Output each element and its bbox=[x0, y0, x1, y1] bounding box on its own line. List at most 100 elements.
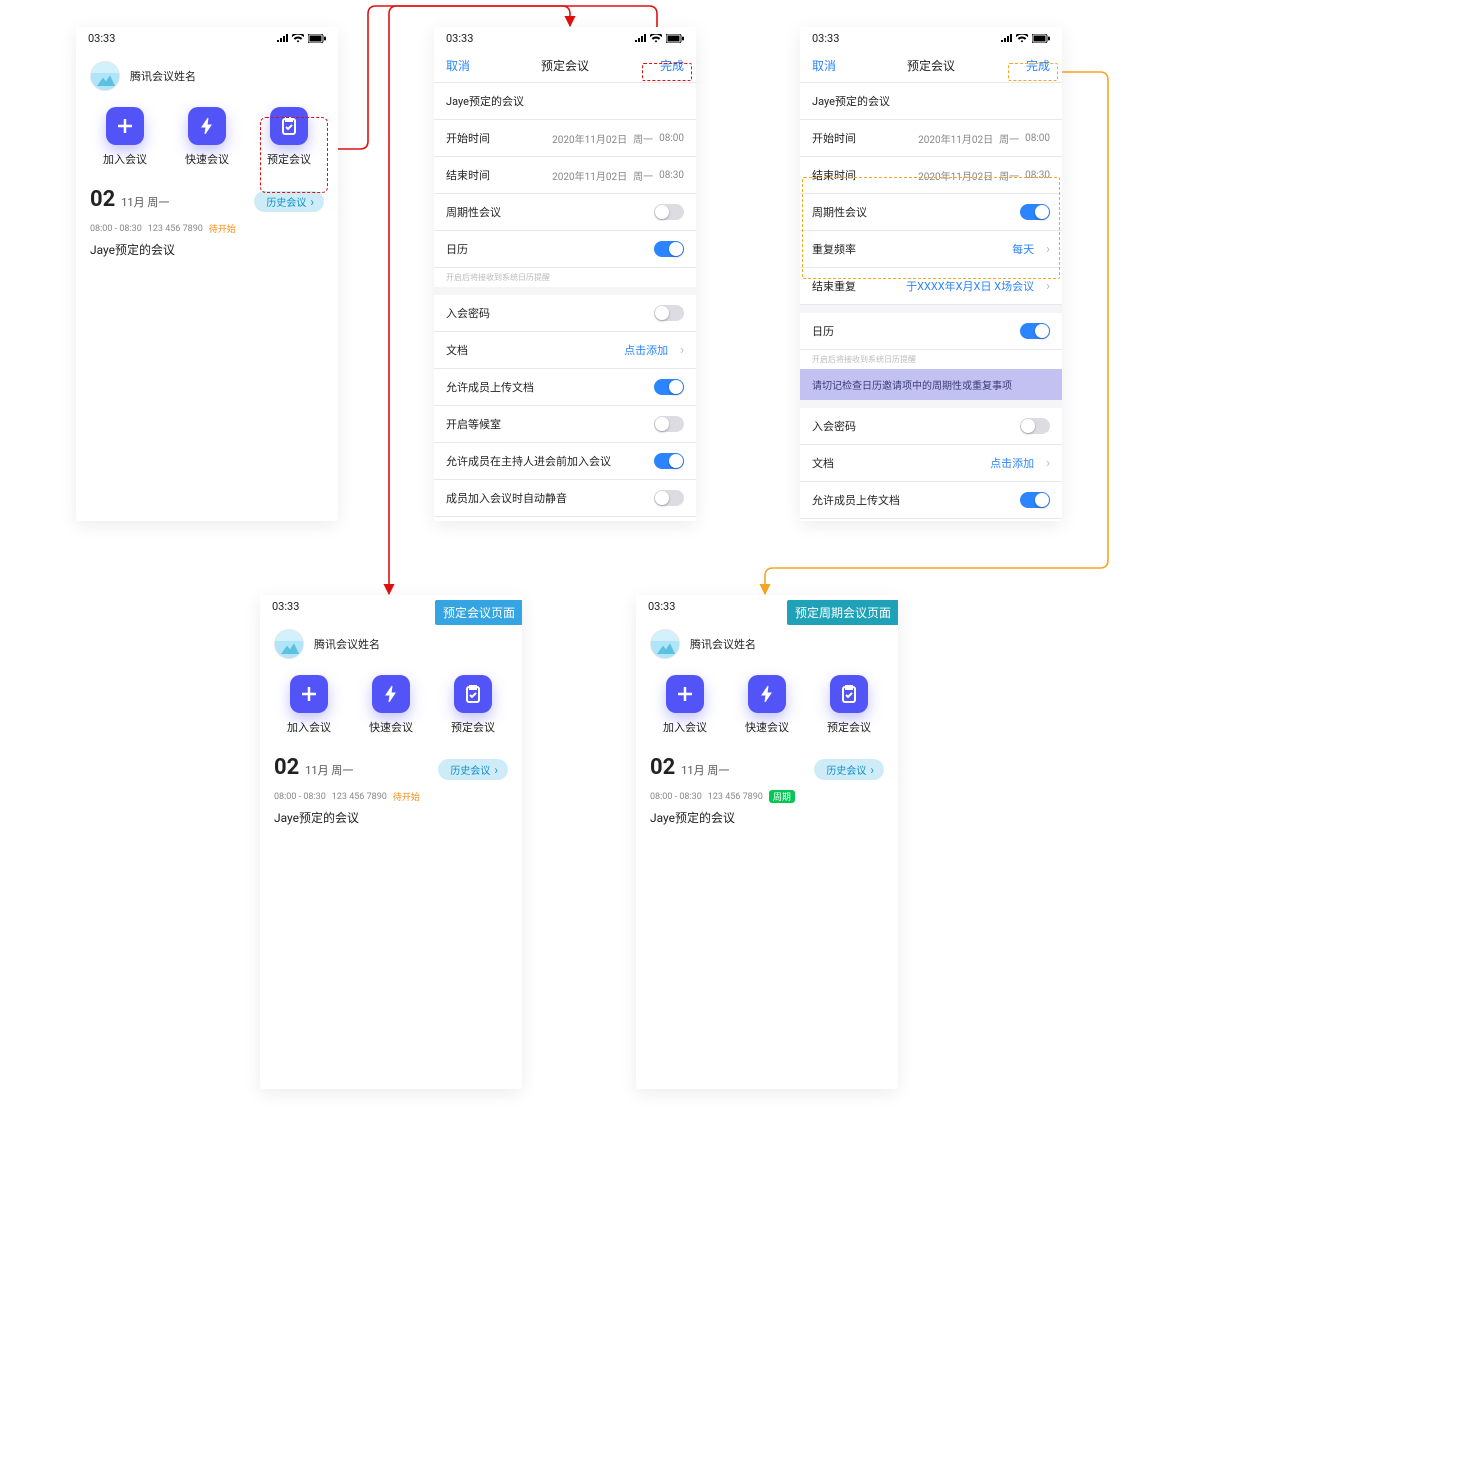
password-switch[interactable] bbox=[1020, 418, 1050, 434]
user-row: 腾讯会议姓名 bbox=[76, 49, 338, 97]
meeting-time: 08:00 - 08:30 bbox=[90, 224, 142, 234]
upload-cell[interactable]: 允许成员上传文档 bbox=[434, 369, 696, 406]
action-book[interactable]: 预定会议 bbox=[814, 675, 884, 735]
clipboard-check-icon bbox=[279, 116, 299, 136]
phone-schedule-single: 03:33 取消 预定会议 完成 Jaye预定的会议 开始时间 2020年11月… bbox=[434, 27, 696, 521]
password-switch[interactable] bbox=[654, 305, 684, 321]
avatar[interactable] bbox=[650, 629, 680, 659]
start-time-cell[interactable]: 开始时间 2020年11月02日周一08:00 bbox=[434, 120, 696, 157]
watermark-cell[interactable]: 开启屏幕共享水印 bbox=[434, 517, 696, 521]
screen-tag-single: 预定会议页面 bbox=[435, 600, 522, 625]
action-label: 加入会议 bbox=[103, 151, 147, 167]
document-cell[interactable]: 文档 点击添加 bbox=[434, 332, 696, 369]
phone-schedule-recurring: 03:33 取消 预定会议 完成 Jaye预定的会议 开始时间 2020年11月… bbox=[800, 27, 1062, 521]
repeat-freq-cell[interactable]: 重复频率 每天 bbox=[800, 231, 1062, 268]
calendar-switch[interactable] bbox=[654, 241, 684, 257]
wifi-icon bbox=[1016, 34, 1028, 43]
meeting-code: 123 456 7890 bbox=[148, 224, 203, 234]
lobby-cell[interactable]: 开启等候室 bbox=[434, 406, 696, 443]
password-cell[interactable]: 入会密码 bbox=[434, 295, 696, 332]
done-button[interactable]: 完成 bbox=[1026, 57, 1050, 74]
early-join-cell[interactable]: 允许成员在主持人进会前加入会议 bbox=[434, 443, 696, 480]
document-add-link[interactable]: 点击添加 bbox=[990, 455, 1050, 471]
end-time-cell[interactable]: 结束时间 2020年11月02日周一08:30 bbox=[434, 157, 696, 194]
meeting-row[interactable]: 08:00 - 08:30 123 456 7890 待开始 Jaye预定的会议 bbox=[260, 786, 522, 830]
meeting-status-badge: 待开始 bbox=[393, 790, 420, 803]
battery-icon bbox=[666, 34, 684, 43]
meeting-row[interactable]: 08:00 - 08:30 123 456 7890 周期 Jaye预定的会议 bbox=[636, 786, 898, 830]
action-join[interactable]: 加入会议 bbox=[90, 107, 160, 167]
recurring-switch[interactable] bbox=[654, 204, 684, 220]
auto-mute-cell[interactable]: 成员加入会议时自动静音 bbox=[434, 480, 696, 517]
action-book[interactable]: 预定会议 bbox=[438, 675, 508, 735]
lightning-icon bbox=[757, 684, 777, 704]
action-join[interactable]: 加入会议 bbox=[650, 675, 720, 735]
battery-icon bbox=[1032, 34, 1050, 43]
document-add-link[interactable]: 点击添加 bbox=[624, 342, 684, 358]
action-book[interactable]: 预定会议 bbox=[254, 107, 324, 167]
repeat-end-value[interactable]: 于XXXX年X月X日 X场会议 bbox=[906, 278, 1050, 294]
done-button[interactable]: 完成 bbox=[660, 57, 684, 74]
document-cell[interactable]: 文档 点击添加 bbox=[800, 445, 1062, 482]
history-chip[interactable]: 历史会议 bbox=[438, 759, 508, 780]
calendar-date: 02 11月 周一 bbox=[90, 187, 169, 212]
upload-switch[interactable] bbox=[1020, 492, 1050, 508]
meeting-name-cell[interactable]: Jaye预定的会议 bbox=[434, 83, 696, 120]
status-icons bbox=[277, 34, 326, 43]
calendar-hint: 开启后将接收到系统日历提醒 bbox=[800, 350, 1062, 369]
calendar-switch[interactable] bbox=[1020, 323, 1050, 339]
signal-icon bbox=[635, 34, 646, 43]
lightning-icon bbox=[381, 684, 401, 704]
password-cell[interactable]: 入会密码 bbox=[800, 408, 1062, 445]
start-time-cell[interactable]: 开始时间 2020年11月02日周一08:00 bbox=[800, 120, 1062, 157]
history-chip[interactable]: 历史会议 bbox=[254, 191, 324, 212]
meeting-name-cell[interactable]: Jaye预定的会议 bbox=[800, 83, 1062, 120]
battery-icon bbox=[308, 34, 326, 43]
lightning-icon bbox=[197, 116, 217, 136]
repeat-end-cell[interactable]: 结束重复 于XXXX年X月X日 X场会议 bbox=[800, 268, 1062, 305]
action-label: 预定会议 bbox=[267, 151, 311, 167]
recurring-cell[interactable]: 周期性会议 bbox=[434, 194, 696, 231]
repeat-freq-value[interactable]: 每天 bbox=[1012, 241, 1050, 257]
meeting-row[interactable]: 08:00 - 08:30 123 456 7890 待开始 Jaye预定的会议 bbox=[76, 218, 338, 262]
status-bar: 03:33 bbox=[76, 27, 338, 49]
avatar[interactable] bbox=[90, 61, 120, 91]
upload-cell[interactable]: 允许成员上传文档 bbox=[800, 482, 1062, 519]
action-quick[interactable]: 快速会议 bbox=[172, 107, 242, 167]
recurring-notice: 请切记检查日历邀请项中的周期性或重复事项 bbox=[800, 369, 1062, 400]
meeting-status-badge: 周期 bbox=[769, 790, 795, 803]
recurring-cell[interactable]: 周期性会议 bbox=[800, 194, 1062, 231]
action-label: 快速会议 bbox=[185, 151, 229, 167]
user-name: 腾讯会议姓名 bbox=[130, 68, 196, 84]
auto-mute-switch[interactable] bbox=[654, 490, 684, 506]
phone-result-single: 03:33 腾讯会议姓名 加入会议 快速会议 预定会议 0211月 周一 历史会… bbox=[260, 595, 522, 1089]
plus-icon bbox=[299, 684, 319, 704]
meeting-status-badge: 待开始 bbox=[209, 222, 236, 235]
upload-switch[interactable] bbox=[654, 379, 684, 395]
early-join-switch[interactable] bbox=[654, 453, 684, 469]
signal-icon bbox=[1001, 34, 1012, 43]
calendar-cell[interactable]: 日历 bbox=[800, 313, 1062, 350]
clipboard-check-icon bbox=[463, 684, 483, 704]
wifi-icon bbox=[650, 34, 662, 43]
cancel-button[interactable]: 取消 bbox=[446, 57, 470, 74]
action-quick[interactable]: 快速会议 bbox=[356, 675, 426, 735]
sheet-title: 预定会议 bbox=[907, 57, 955, 74]
phone-result-recurring: 03:33 腾讯会议姓名 加入会议 快速会议 预定会议 0211月 周一 历史会… bbox=[636, 595, 898, 1089]
action-quick[interactable]: 快速会议 bbox=[732, 675, 802, 735]
lobby-switch[interactable] bbox=[654, 416, 684, 432]
avatar[interactable] bbox=[274, 629, 304, 659]
cancel-button[interactable]: 取消 bbox=[812, 57, 836, 74]
end-time-cell[interactable]: 结束时间 2020年11月02日周一08:30 bbox=[800, 157, 1062, 194]
plus-icon bbox=[115, 116, 135, 136]
wifi-icon bbox=[292, 34, 304, 43]
canvas: 03:33 腾讯会议姓名 加入会议 快速会议 bbox=[0, 0, 1480, 1472]
calendar-cell[interactable]: 日历 bbox=[434, 231, 696, 268]
lobby-cell[interactable]: 开启等候室 bbox=[800, 519, 1062, 521]
phone-home-1: 03:33 腾讯会议姓名 加入会议 快速会议 bbox=[76, 27, 338, 521]
action-join[interactable]: 加入会议 bbox=[274, 675, 344, 735]
sheet-title: 预定会议 bbox=[541, 57, 589, 74]
clipboard-check-icon bbox=[839, 684, 859, 704]
recurring-switch[interactable] bbox=[1020, 204, 1050, 220]
history-chip[interactable]: 历史会议 bbox=[814, 759, 884, 780]
